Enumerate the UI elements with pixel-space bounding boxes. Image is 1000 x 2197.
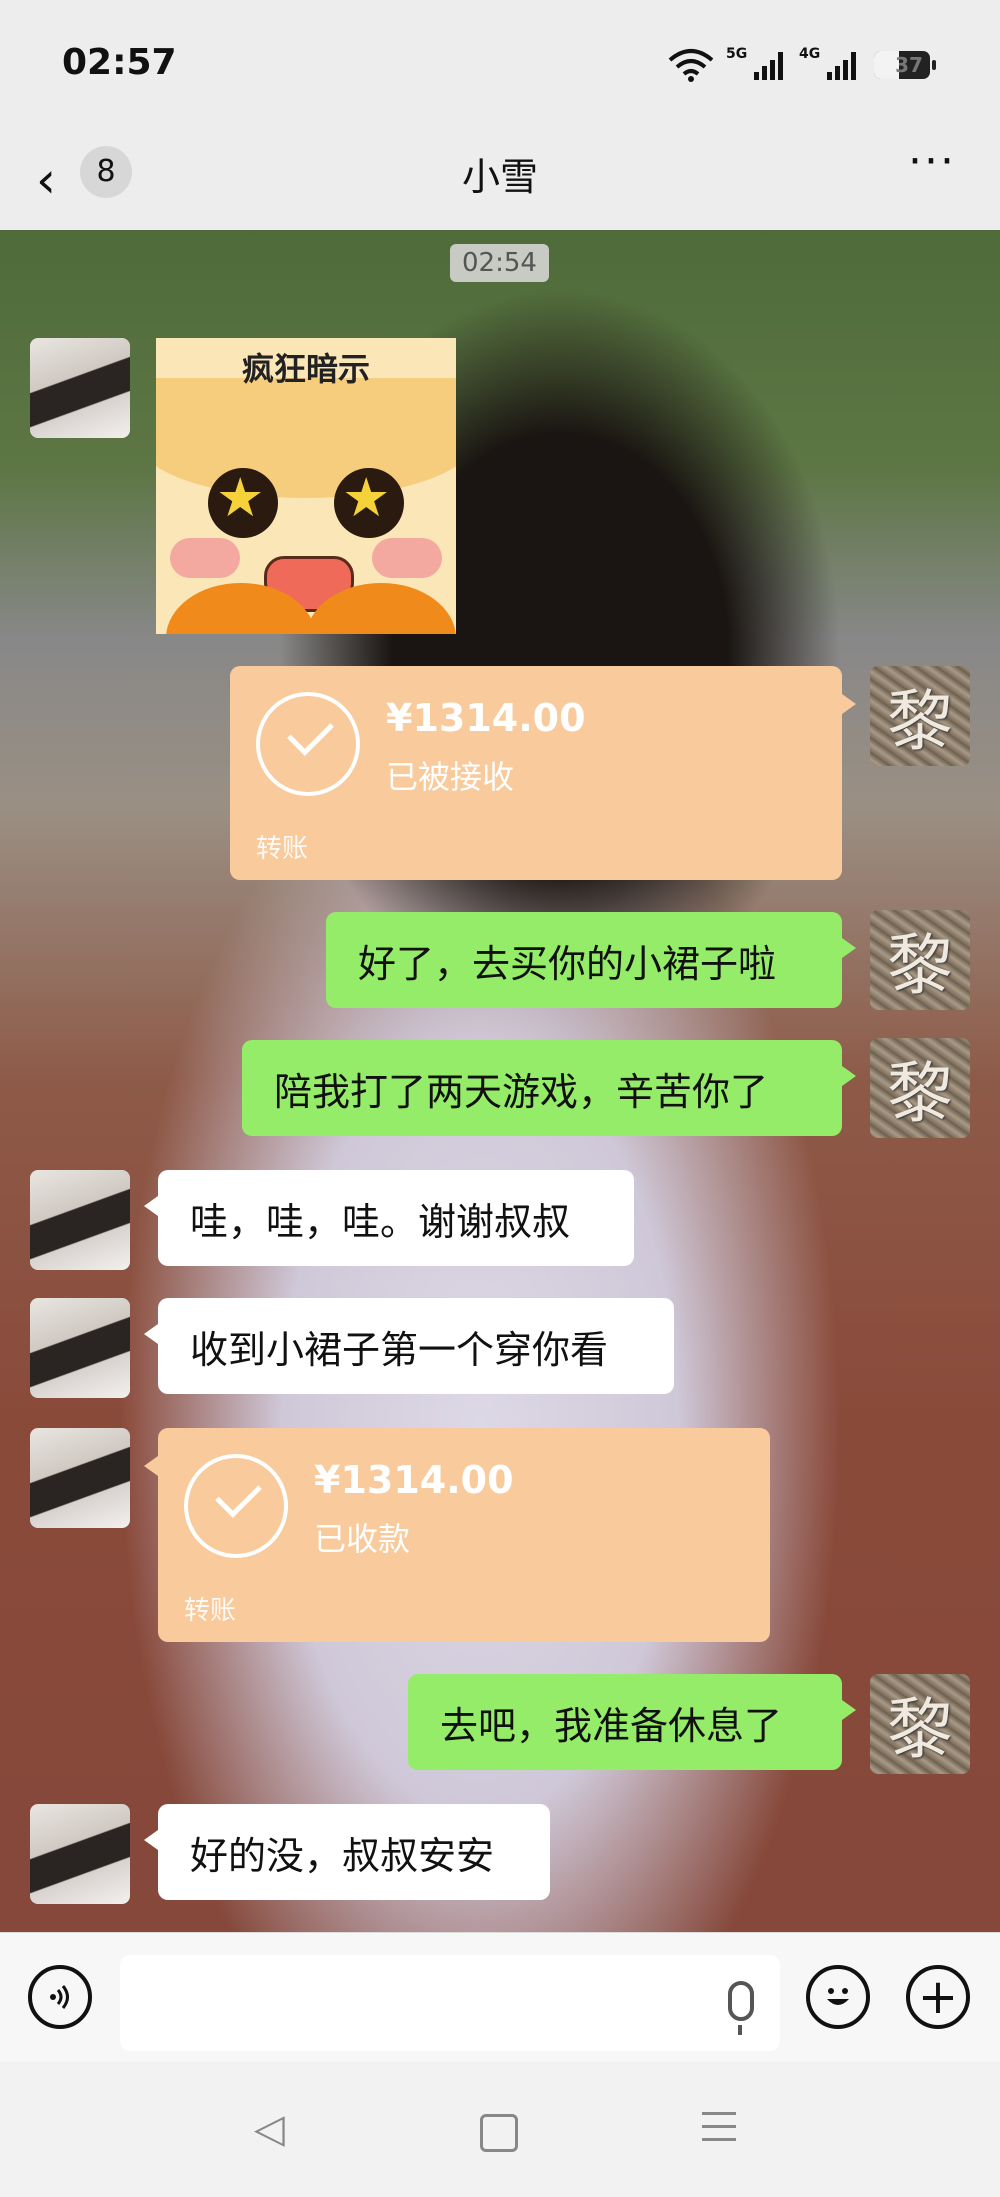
status-icons: 5G 4G 37	[668, 46, 936, 82]
sticker-message[interactable]: 疯狂暗示	[156, 338, 456, 634]
my-avatar[interactable]: 黎	[870, 1038, 970, 1138]
transfer-label: 转账	[256, 834, 309, 864]
voice-input-icon[interactable]	[28, 1965, 92, 2029]
check-circle-icon	[184, 1454, 288, 1558]
received-message[interactable]: 收到小裙子第一个穿你看	[144, 1298, 674, 1394]
chat-header: ‹ 8 小雪 ···	[0, 130, 1000, 230]
contact-avatar[interactable]	[30, 1170, 130, 1270]
transfer-sent-card[interactable]: ¥1314.00 已被接收 转账	[230, 666, 856, 880]
transfer-received-card[interactable]: ¥1314.00 已收款 转账	[144, 1428, 770, 1642]
contact-avatar[interactable]	[30, 1804, 130, 1904]
sent-message[interactable]: 好了，去买你的小裙子啦	[326, 912, 856, 1008]
contact-avatar[interactable]	[30, 338, 130, 438]
chat-title: 小雪	[461, 155, 538, 199]
nav-home-icon[interactable]	[480, 2114, 518, 2152]
signal-5g-icon: 5G	[726, 46, 783, 80]
battery-level: 37	[895, 53, 923, 77]
message-input[interactable]	[120, 1955, 780, 2051]
sent-message[interactable]: 陪我打了两天游戏，辛苦你了	[242, 1040, 856, 1136]
nav-menu-icon[interactable]	[702, 2112, 736, 2151]
emoji-icon[interactable]	[806, 1965, 870, 2029]
nav-back-icon[interactable]: ◁	[254, 2106, 285, 2152]
my-avatar[interactable]: 黎	[870, 910, 970, 1010]
contact-avatar[interactable]	[30, 1428, 130, 1528]
sticker-blush-left	[170, 538, 240, 578]
transfer-status: 已被接收	[386, 758, 515, 796]
my-avatar[interactable]: 黎	[870, 1674, 970, 1774]
my-avatar-glyph: 黎	[887, 1691, 953, 1768]
battery-icon: 37	[874, 51, 936, 79]
transfer-amount: ¥1314.00	[386, 696, 586, 740]
microphone-icon[interactable]	[728, 1981, 754, 2035]
sticker-caption: 疯狂暗示	[241, 350, 370, 388]
transfer-label: 转账	[184, 1596, 237, 1626]
input-bar: +	[0, 1932, 1000, 2063]
network-4g-label: 4G	[799, 46, 821, 62]
plus-icon[interactable]: +	[906, 1965, 970, 2029]
sticker-star-eye-left	[208, 466, 278, 538]
my-avatar-glyph: 黎	[887, 927, 953, 1004]
check-circle-icon	[256, 692, 360, 796]
signal-4g-icon: 4G	[799, 46, 856, 80]
more-horizontal-icon[interactable]: ···	[908, 136, 956, 187]
my-avatar-glyph: 黎	[887, 683, 953, 760]
wifi-icon	[668, 49, 714, 82]
message-timestamp: 02:54	[450, 244, 549, 282]
sent-message[interactable]: 去吧，我准备休息了	[408, 1674, 856, 1770]
transfer-status: 已收款	[314, 1520, 411, 1558]
my-avatar-glyph: 黎	[887, 1055, 953, 1132]
contact-avatar[interactable]	[30, 1298, 130, 1398]
sticker-star-eye-right	[334, 466, 404, 538]
status-bar: 02:57 5G 4G 37	[0, 0, 1000, 130]
smile-face-icon	[827, 1988, 849, 2005]
sticker-blush-right	[372, 538, 442, 578]
status-time: 02:57	[62, 42, 177, 83]
received-message[interactable]: 好的没，叔叔安安	[144, 1804, 550, 1900]
network-5g-label: 5G	[726, 46, 748, 62]
voice-wave-icon	[50, 1985, 69, 2009]
transfer-amount: ¥1314.00	[314, 1458, 514, 1502]
system-nav-bar: ◁	[0, 2062, 1000, 2197]
chat-area[interactable]: 02:54 疯狂暗示 黎 ¥1314.00 已被接收 转账 黎 好了，去买你的小…	[0, 230, 1000, 1932]
sticker-hair	[156, 378, 456, 498]
received-message[interactable]: 哇，哇，哇。谢谢叔叔	[144, 1170, 634, 1266]
my-avatar[interactable]: 黎	[870, 666, 970, 766]
